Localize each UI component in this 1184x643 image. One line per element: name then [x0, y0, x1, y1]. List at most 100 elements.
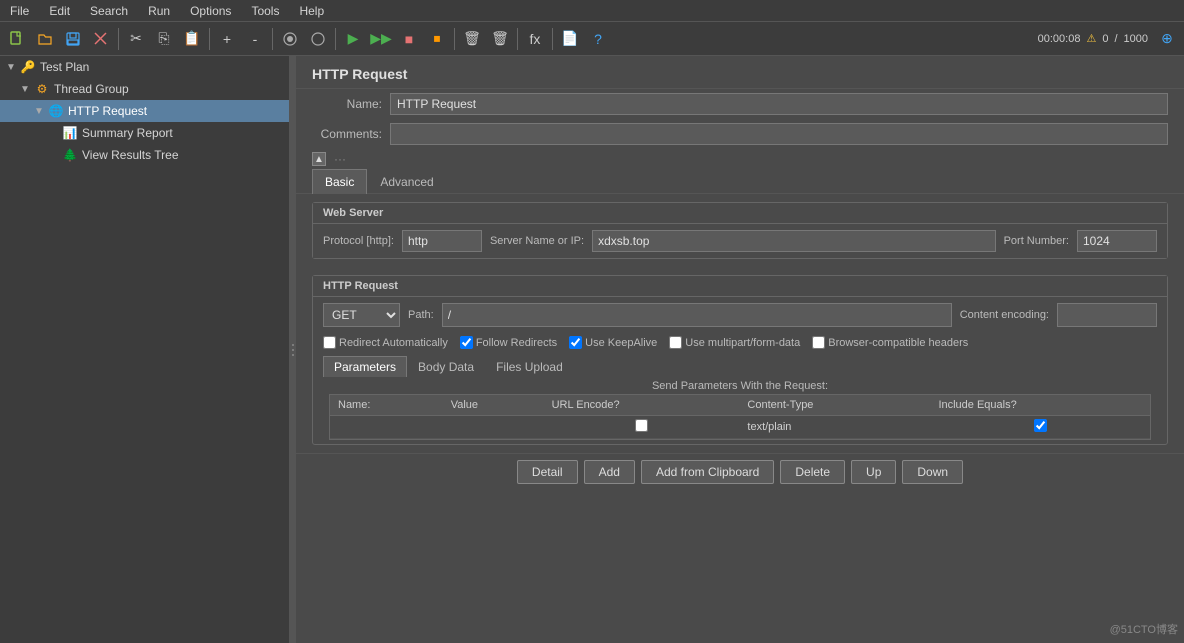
start-no-pauses-button[interactable]: ▶▶	[368, 26, 394, 52]
copy-button[interactable]: ⎘	[151, 26, 177, 52]
cb-follow-redirects-input[interactable]	[460, 336, 473, 349]
separator-1	[118, 28, 119, 50]
sub-tab-body-data[interactable]: Body Data	[407, 356, 485, 377]
summary-icon: 📊	[62, 125, 78, 141]
clear-all-button[interactable]: 🗑	[487, 26, 513, 52]
drag-dot1	[292, 344, 294, 346]
drag-dot2	[292, 349, 294, 351]
web-server-title: Web Server	[313, 203, 1167, 224]
clear-button[interactable]: 🗑	[459, 26, 485, 52]
cut-button[interactable]: ✂	[123, 26, 149, 52]
toggle-button[interactable]	[277, 26, 303, 52]
url-encode-checkbox[interactable]	[635, 419, 648, 432]
web-server-section: Web Server Protocol [http]: Server Name …	[312, 202, 1168, 259]
detail-button[interactable]: Detail	[517, 460, 578, 484]
delete-button[interactable]: Delete	[780, 460, 845, 484]
sidebar: ▼ 🔑 Test Plan ▼ ⚙ Thread Group ▼ 🌐 HTTP …	[0, 56, 290, 643]
server-input[interactable]	[592, 230, 996, 252]
toolbar-right: 00:00:08 ⚠ 0 / 1000 ⊕	[1038, 26, 1180, 52]
cb-use-keepalive-input[interactable]	[569, 336, 582, 349]
toggle2-button[interactable]	[305, 26, 331, 52]
menu-tools[interactable]: Tools	[245, 2, 285, 20]
new-button[interactable]	[4, 26, 30, 52]
cb-use-multipart-input[interactable]	[669, 336, 682, 349]
warning-count: 0	[1102, 33, 1108, 45]
encoding-input[interactable]	[1057, 303, 1157, 327]
comments-input[interactable]	[390, 123, 1168, 145]
sidebar-item-test-plan[interactable]: ▼ 🔑 Test Plan	[0, 56, 289, 78]
shutdown-button[interactable]: ⏹	[424, 26, 450, 52]
comments-row: Comments:	[296, 119, 1184, 149]
drag-dot3	[292, 354, 294, 356]
cb-browser-headers-input[interactable]	[812, 336, 825, 349]
warning-icon: ⚠	[1086, 32, 1096, 45]
stop-button[interactable]: ■	[396, 26, 422, 52]
expand-button[interactable]: +	[214, 26, 240, 52]
sub-tab-parameters[interactable]: Parameters	[323, 356, 407, 377]
td-content-type: text/plain	[739, 416, 930, 439]
comments-label: Comments:	[312, 127, 382, 141]
separator-4	[335, 28, 336, 50]
server-label: Server Name or IP:	[490, 235, 584, 247]
cb-redirect-auto-input[interactable]	[323, 336, 336, 349]
td-url-encode[interactable]	[544, 416, 740, 439]
function-helper-button[interactable]: fx	[522, 26, 548, 52]
td-include-equals[interactable]	[930, 416, 1150, 439]
menu-help[interactable]: Help	[293, 2, 330, 20]
save-button[interactable]	[60, 26, 86, 52]
menu-file[interactable]: File	[4, 2, 35, 20]
dots-label: ···	[334, 152, 346, 166]
cb-use-keepalive-label: Use KeepAlive	[585, 337, 657, 349]
port-input[interactable]	[1077, 230, 1157, 252]
start-button[interactable]: ▶	[340, 26, 366, 52]
collapse-bar: ▲ ···	[296, 149, 1184, 169]
cb-use-multipart[interactable]: Use multipart/form-data	[669, 336, 800, 349]
close-button[interactable]	[88, 26, 114, 52]
down-button[interactable]: Down	[902, 460, 963, 484]
menu-edit[interactable]: Edit	[43, 2, 76, 20]
table-row: text/plain	[330, 416, 1150, 439]
cb-redirect-auto[interactable]: Redirect Automatically	[323, 336, 448, 349]
sidebar-item-thread-group[interactable]: ▼ ⚙ Thread Group	[0, 78, 289, 100]
help-button[interactable]: ?	[585, 26, 611, 52]
viewtree-icon: 🌲	[62, 147, 78, 163]
cb-browser-headers[interactable]: Browser-compatible headers	[812, 336, 968, 349]
cb-use-keepalive[interactable]: Use KeepAlive	[569, 336, 657, 349]
collapse-button-main[interactable]: ▲	[312, 152, 326, 166]
tab-basic[interactable]: Basic	[312, 169, 367, 194]
menu-search[interactable]: Search	[84, 2, 134, 20]
collapse-button[interactable]: -	[242, 26, 268, 52]
menu-run[interactable]: Run	[142, 2, 176, 20]
viewtree-label: View Results Tree	[82, 148, 179, 162]
bottom-bar: Detail Add Add from Clipboard Delete Up …	[296, 453, 1184, 490]
sidebar-item-view-results-tree[interactable]: ▶ 🌲 View Results Tree	[0, 144, 289, 166]
th-name: Name:	[330, 395, 443, 416]
cb-follow-redirects[interactable]: Follow Redirects	[460, 336, 557, 349]
menu-options[interactable]: Options	[184, 2, 237, 20]
tab-advanced[interactable]: Advanced	[367, 169, 446, 194]
sub-tab-files-upload[interactable]: Files Upload	[485, 356, 574, 377]
name-input[interactable]	[390, 93, 1168, 115]
td-name	[330, 416, 443, 439]
timer-display: 00:00:08	[1038, 33, 1081, 45]
add-from-clipboard-button[interactable]: Add from Clipboard	[641, 460, 774, 484]
table-header-row: Name: Value URL Encode? Content-Type Inc…	[330, 395, 1150, 416]
sidebar-item-summary-report[interactable]: ▶ 📊 Summary Report	[0, 122, 289, 144]
status-button[interactable]: ⊕	[1154, 26, 1180, 52]
separator-2	[209, 28, 210, 50]
threadgroup-icon: ⚙	[34, 81, 50, 97]
add-button[interactable]: Add	[584, 460, 635, 484]
sidebar-item-http-request[interactable]: ▼ 🌐 HTTP Request	[0, 100, 289, 122]
cb-redirect-auto-label: Redirect Automatically	[339, 337, 448, 349]
paste-button[interactable]: 📋	[179, 26, 205, 52]
template-button[interactable]: 📄	[557, 26, 583, 52]
http-request-title: HTTP Request	[313, 276, 1167, 297]
protocol-input[interactable]	[402, 230, 482, 252]
open-button[interactable]	[32, 26, 58, 52]
separator-text: /	[1114, 33, 1117, 45]
method-select[interactable]: GET POST PUT DELETE	[323, 303, 400, 327]
panel-title: HTTP Request	[296, 56, 1184, 89]
path-input[interactable]	[442, 303, 952, 327]
up-button[interactable]: Up	[851, 460, 896, 484]
include-equals-checkbox[interactable]	[1034, 419, 1047, 432]
